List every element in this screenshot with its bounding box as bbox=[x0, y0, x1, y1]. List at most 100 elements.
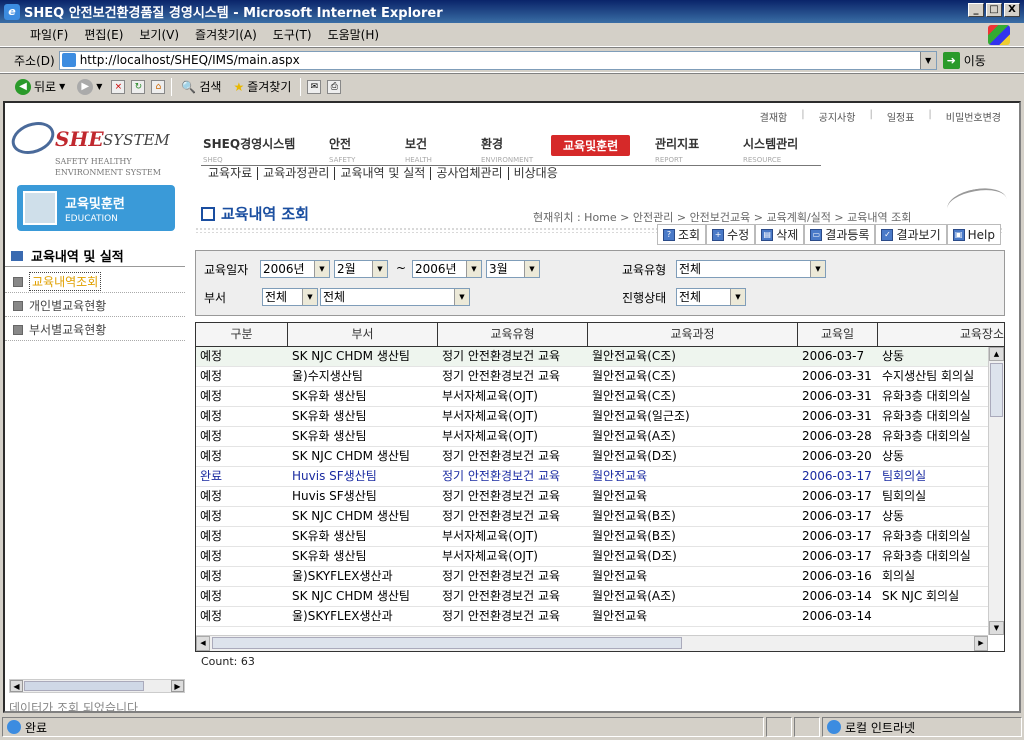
refresh-icon[interactable]: ↻ bbox=[131, 79, 146, 94]
pen-decoration-icon bbox=[944, 184, 1010, 224]
dept-select-2[interactable]: 전체 ▼ bbox=[320, 288, 470, 306]
link-schedule[interactable]: 일정표 bbox=[885, 109, 917, 124]
grid-horizontal-scrollbar[interactable]: ◀ ▶ bbox=[196, 635, 988, 651]
menu-help[interactable]: 도움말(H) bbox=[320, 26, 388, 43]
menu-view[interactable]: 보기(V) bbox=[131, 26, 187, 43]
subnav-course-mgmt[interactable]: 교육과정관리 bbox=[258, 167, 336, 180]
table-row[interactable]: 예정 SK유화 생산팀 부서자체교육(OJT) 월안전교육(A조) 2006-03-28… bbox=[196, 427, 988, 447]
table-row[interactable]: 예정 Huvis SF생산팀 정기 안전환경보건 교육 월안전교육 2006-03-17… bbox=[196, 487, 988, 507]
column-header[interactable]: 교육과정 bbox=[588, 323, 798, 346]
subnav-materials[interactable]: 교육자료 bbox=[203, 167, 259, 180]
subnav-emergency[interactable]: 비상대응 bbox=[509, 167, 563, 180]
scroll-thumb[interactable] bbox=[212, 637, 682, 649]
education-icon bbox=[23, 191, 57, 225]
maximize-button[interactable]: □ bbox=[986, 3, 1002, 17]
nav-sheq[interactable]: SHEQ경영시스템 SHEQ bbox=[203, 135, 329, 165]
nav-label: SHEQ경영시스템 bbox=[203, 137, 296, 151]
sidebar-item-personal-status[interactable]: 개인별교육현황 bbox=[5, 295, 185, 317]
delete-button[interactable]: ▤ 삭제 bbox=[755, 224, 805, 245]
forward-button[interactable]: ▶ ▼ bbox=[74, 78, 105, 95]
table-row[interactable]: 예정 울)수지생산팀 정기 안전환경보건 교육 월안전교육(C조) 2006-03-31… bbox=[196, 367, 988, 387]
table-cell: 팀회의실 bbox=[882, 469, 927, 483]
table-row[interactable]: 예정 울)SKYFLEX생산과 정기 안전환경보건 교육 월안전교육 2006-03-1… bbox=[196, 567, 988, 587]
from-year-select[interactable]: 2006년 ▼ bbox=[260, 260, 330, 278]
sidebar-scrollbar[interactable]: ◀ ▶ bbox=[9, 679, 185, 693]
nav-safety[interactable]: 안전 SAFETY bbox=[329, 135, 405, 165]
from-month-select[interactable]: 2월 ▼ bbox=[334, 260, 388, 278]
scroll-up-icon[interactable]: ▲ bbox=[989, 347, 1004, 361]
print-icon[interactable]: ⎙ bbox=[327, 79, 342, 94]
subnav-history[interactable]: 교육내역 및 실적 bbox=[335, 167, 432, 180]
edit-button[interactable]: + 수정 bbox=[706, 224, 756, 245]
back-button[interactable]: ◀ 뒤로 ▼ bbox=[12, 78, 68, 95]
logo-tagline-2: ENVIRONMENT SYSTEM bbox=[55, 168, 161, 177]
nav-sublabel: SHEQ bbox=[203, 156, 223, 164]
search-button[interactable]: 🔍 검색 bbox=[178, 78, 224, 95]
column-header[interactable]: 부서 bbox=[288, 323, 438, 346]
menu-edit[interactable]: 편집(E) bbox=[76, 26, 131, 43]
nav-label: 시스템관리 bbox=[743, 137, 799, 151]
address-input[interactable]: http://localhost/SHEQ/IMS/main.aspx ▼ bbox=[58, 50, 937, 70]
table-row[interactable]: 예정 SK NJC CHDM 생산팀 정기 안전환경보건 교육 월안전교육(D조) 20… bbox=[196, 447, 988, 467]
dept-select-1[interactable]: 전체 ▼ bbox=[262, 288, 318, 306]
scroll-down-icon[interactable]: ▼ bbox=[989, 621, 1004, 635]
table-row[interactable]: 예정 SK NJC CHDM 생산팀 정기 안전환경보건 교육 월안전교육(C조) 20… bbox=[196, 347, 988, 367]
education-grid: 구분 부서 교육유형 교육과정 교육일 교육장소 예정 SK NJC CHDM 생… bbox=[195, 322, 1005, 652]
table-row[interactable]: 예정 SK유화 생산팀 부서자체교육(OJT) 월안전교육(일근조) 2006-03-3… bbox=[196, 407, 988, 427]
sidebar-item-education-history[interactable]: 교육내역조회 bbox=[5, 271, 185, 293]
link-approval[interactable]: 결재함 bbox=[758, 109, 790, 124]
scroll-left-icon[interactable]: ◀ bbox=[10, 680, 23, 692]
table-row[interactable]: 예정 SK유화 생산팀 부서자체교육(OJT) 월안전교육(C조) 2006-03-31… bbox=[196, 387, 988, 407]
progress-select[interactable]: 전체 ▼ bbox=[676, 288, 746, 306]
link-change-password[interactable]: 비밀번호변경 bbox=[944, 109, 1003, 124]
go-button[interactable]: ➜ 이동 bbox=[942, 51, 986, 69]
sidebar-item-dept-status[interactable]: 부서별교육현황 bbox=[5, 319, 185, 341]
table-row[interactable]: 예정 SK NJC CHDM 생산팀 정기 안전환경보건 교육 월안전교육(B조) 20… bbox=[196, 507, 988, 527]
scroll-right-icon[interactable]: ▶ bbox=[974, 636, 988, 651]
table-cell: 2006-03-31 bbox=[802, 409, 872, 423]
nav-education[interactable]: 교육및훈련 bbox=[551, 135, 655, 165]
column-header[interactable]: 교육일 bbox=[798, 323, 878, 346]
scroll-thumb[interactable] bbox=[24, 681, 144, 691]
nav-sublabel: SAFETY bbox=[329, 156, 356, 164]
view-result-button[interactable]: ✓ 결과보기 bbox=[875, 224, 947, 245]
scroll-left-icon[interactable]: ◀ bbox=[196, 636, 210, 651]
mail-icon[interactable]: ✉ bbox=[307, 79, 322, 94]
subnav-contractor[interactable]: 공사업체관리 bbox=[431, 167, 509, 180]
type-select[interactable]: 전체 ▼ bbox=[676, 260, 826, 278]
column-header[interactable]: 교육유형 bbox=[438, 323, 588, 346]
column-header[interactable]: 교육장소 bbox=[878, 323, 1004, 346]
to-year-select[interactable]: 2006년 ▼ bbox=[412, 260, 482, 278]
search-action-button[interactable]: ? 조회 bbox=[657, 224, 707, 245]
table-row[interactable]: 예정 SK NJC CHDM 생산팀 정기 안전환경보건 교육 월안전교육(A조) 20… bbox=[196, 587, 988, 607]
nav-health[interactable]: 보건 HEALTH bbox=[405, 135, 481, 165]
table-cell: SK유화 생산팀 bbox=[292, 409, 367, 423]
to-month-select[interactable]: 3월 ▼ bbox=[486, 260, 540, 278]
address-dropdown-icon[interactable]: ▼ bbox=[919, 51, 936, 69]
close-button[interactable]: X bbox=[1004, 3, 1020, 17]
column-header[interactable]: 구분 bbox=[196, 323, 288, 346]
stop-icon[interactable]: × bbox=[111, 79, 126, 94]
favorites-button[interactable]: ★ 즐겨찾기 bbox=[230, 78, 294, 95]
table-row[interactable]: 완료 Huvis SF생산팀 정기 안전환경보건 교육 월안전교육 2006-03-17… bbox=[196, 467, 988, 487]
table-row[interactable]: 예정 SK유화 생산팀 부서자체교육(OJT) 월안전교육(D조) 2006-03-17… bbox=[196, 547, 988, 567]
minimize-button[interactable]: _ bbox=[968, 3, 984, 17]
scroll-thumb[interactable] bbox=[990, 363, 1003, 417]
table-row[interactable]: 예정 울)SKYFLEX생산과 정기 안전환경보건 교육 월안전교육 2006-03-1… bbox=[196, 607, 988, 627]
scroll-right-icon[interactable]: ▶ bbox=[171, 680, 184, 692]
nav-system[interactable]: 시스템관리 RESOURCE bbox=[743, 135, 823, 165]
nav-environment[interactable]: 환경 ENVIRONMENT bbox=[481, 135, 551, 165]
home-icon[interactable]: ⌂ bbox=[151, 79, 166, 94]
menu-file[interactable]: 파일(F) bbox=[22, 26, 76, 43]
nav-report[interactable]: 관리지표 REPORT bbox=[655, 135, 743, 165]
nav-label: 관리지표 bbox=[655, 137, 700, 151]
table-row[interactable]: 예정 SK유화 생산팀 부서자체교육(OJT) 월안전교육(B조) 2006-03-17… bbox=[196, 527, 988, 547]
register-result-button[interactable]: ▭ 결과등록 bbox=[804, 224, 876, 245]
divider: | bbox=[869, 109, 873, 120]
menu-tools[interactable]: 도구(T) bbox=[265, 26, 320, 43]
help-button[interactable]: ▣ Help bbox=[946, 224, 1001, 245]
menu-favorites[interactable]: 즐겨찾기(A) bbox=[187, 26, 265, 43]
grid-vertical-scrollbar[interactable]: ▲ ▼ bbox=[988, 347, 1004, 635]
link-notice[interactable]: 공지사항 bbox=[817, 109, 858, 124]
table-cell: 정기 안전환경보건 교육 bbox=[442, 509, 561, 523]
